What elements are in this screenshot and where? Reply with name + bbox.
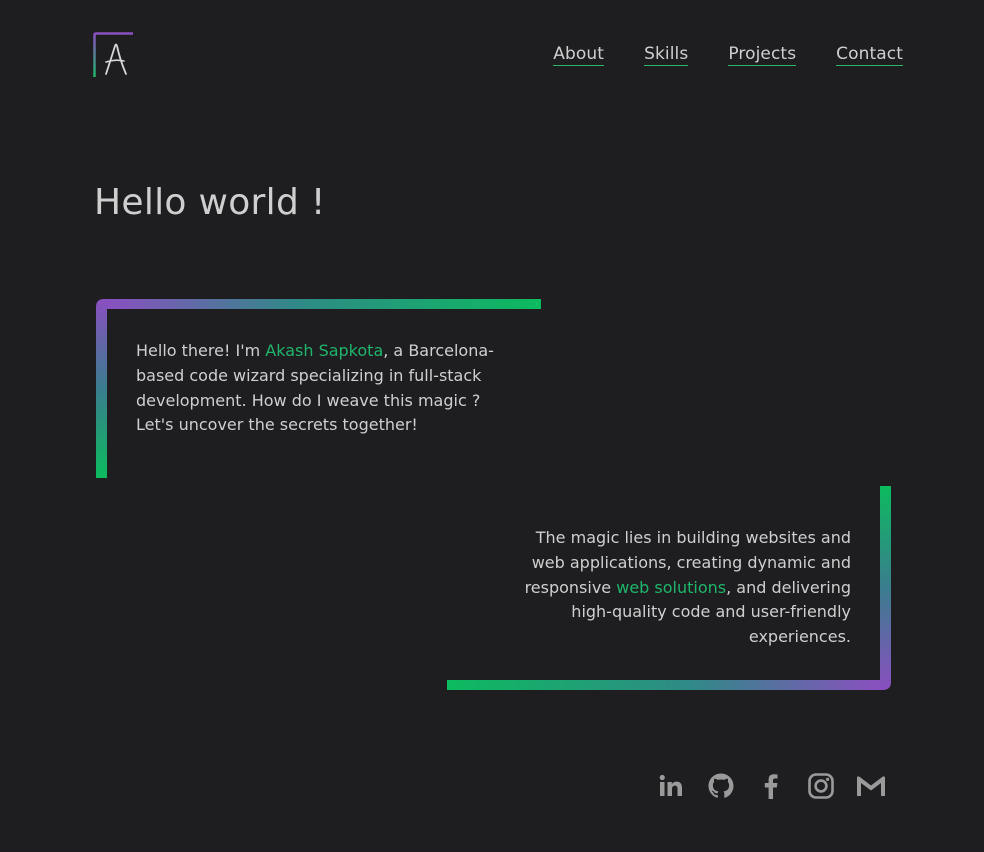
nav-skills-link[interactable]: Skills: [644, 44, 689, 66]
logo-icon: [93, 32, 133, 77]
linkedin-icon: [659, 774, 682, 796]
main-nav: About Skills Projects Contact: [553, 44, 903, 66]
social-links: [655, 770, 887, 802]
linkedin-link[interactable]: [655, 770, 687, 802]
nav-contact-link[interactable]: Contact: [836, 44, 903, 66]
facebook-link[interactable]: [755, 770, 787, 802]
intro-paragraph: Hello there! I'm Akash Sapkota, a Barcel…: [136, 339, 508, 438]
name-highlight: Akash Sapkota: [265, 341, 384, 360]
facebook-icon: [764, 774, 778, 799]
gmail-link[interactable]: [855, 770, 887, 802]
web-solutions-highlight: web solutions: [616, 577, 727, 597]
github-icon: [708, 773, 734, 798]
magic-paragraph: The magic lies in building websites and …: [505, 526, 851, 650]
site-logo[interactable]: [93, 32, 133, 78]
nav-about-link[interactable]: About: [553, 44, 605, 66]
hero-title: Hello world !: [94, 182, 326, 223]
nav-projects-link[interactable]: Projects: [728, 44, 797, 66]
intro-text-start: Hello there! I'm: [136, 341, 266, 360]
github-link[interactable]: [705, 770, 737, 802]
instagram-icon: [808, 773, 834, 799]
gmail-icon: [857, 776, 885, 796]
instagram-link[interactable]: [805, 770, 837, 802]
